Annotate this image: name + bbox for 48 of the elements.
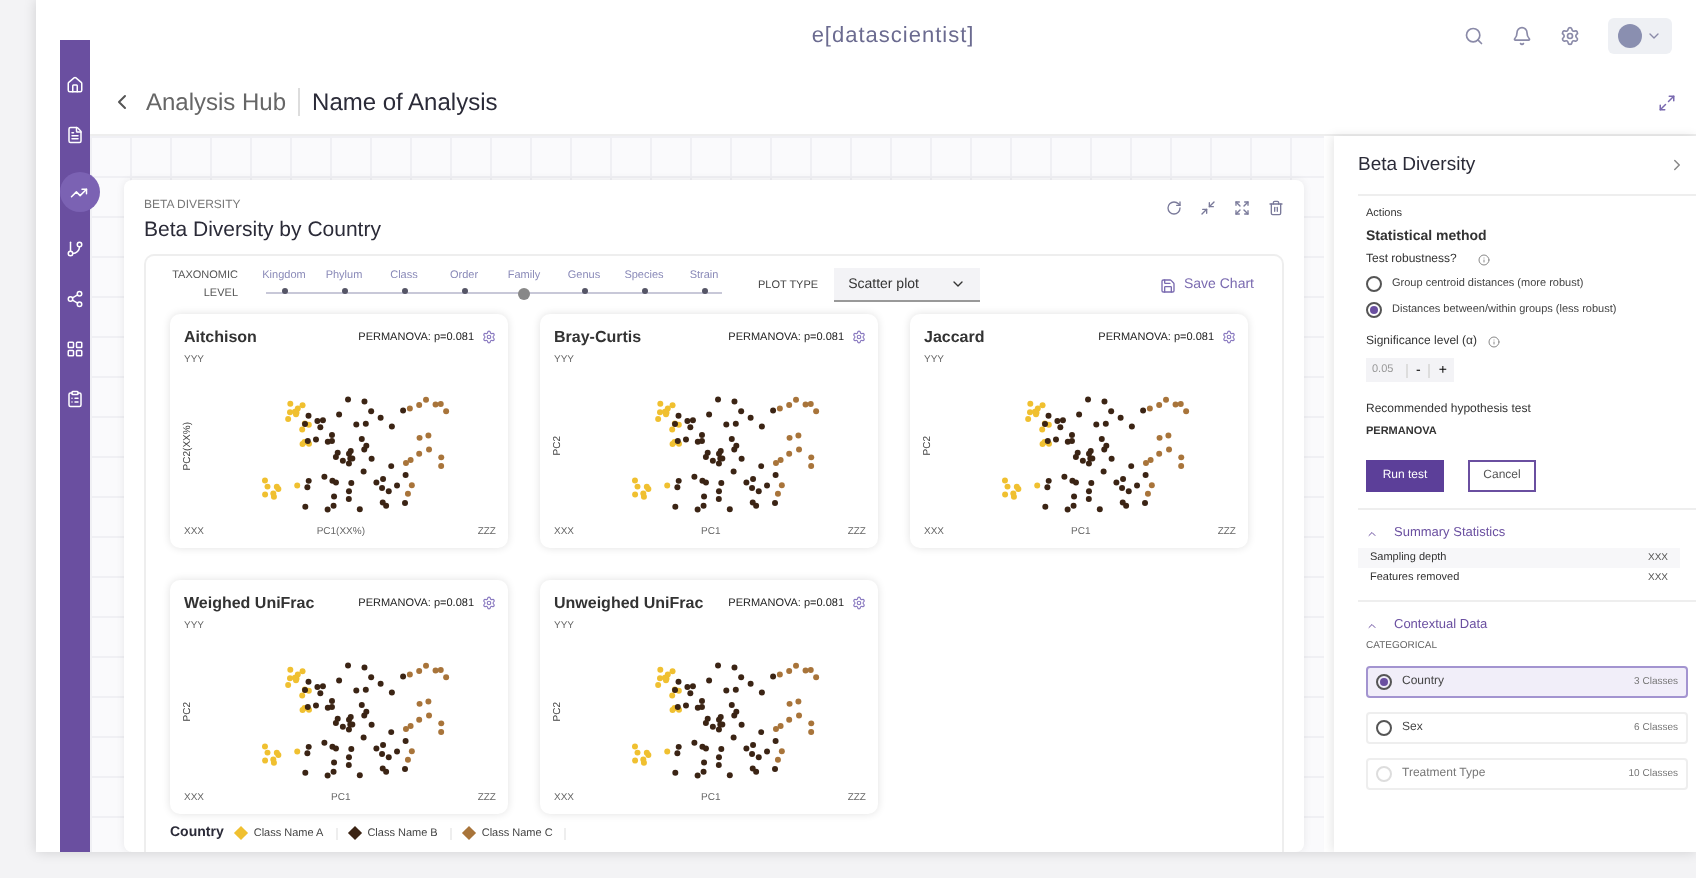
grid-icon (66, 340, 84, 358)
radio-icon[interactable] (1366, 302, 1382, 318)
share-icon (66, 290, 84, 308)
chevron-up-icon (1366, 619, 1378, 631)
sidebar-item[interactable] (62, 236, 88, 262)
plot-title: Unweighed UniFrac (554, 594, 704, 612)
chevron-right-icon[interactable] (1668, 156, 1686, 174)
refresh-icon[interactable] (1166, 200, 1182, 216)
plot-title: Weighed UniFrac (184, 594, 315, 612)
card-title: Beta Diversity by Country (144, 218, 381, 242)
sidebar-item[interactable] (62, 386, 88, 412)
breadcrumb-link[interactable]: Analysis Hub (146, 88, 287, 116)
trend-chart-icon (70, 183, 88, 201)
search-icon[interactable] (1464, 25, 1484, 45)
plot-title: Jaccard (924, 328, 985, 346)
clipboard-icon (66, 390, 84, 408)
sidebar-item[interactable] (62, 72, 88, 98)
plot-title: Aitchison (184, 328, 257, 346)
settings-icon[interactable] (1560, 25, 1580, 45)
branch-icon (66, 240, 84, 258)
trash-icon[interactable] (1268, 200, 1284, 216)
collapse-icon[interactable] (1200, 200, 1216, 216)
info-icon[interactable] (1478, 254, 1491, 266)
info-icon[interactable] (1487, 336, 1499, 348)
brand-logo: e[datascientist] (811, 23, 975, 47)
fullscreen-icon[interactable] (1234, 200, 1250, 216)
sidebar-item[interactable] (62, 122, 88, 148)
settings-icon[interactable] (1222, 330, 1236, 344)
document-icon (66, 126, 84, 144)
sidebar-item[interactable] (59, 172, 99, 212)
expand-icon[interactable] (1658, 93, 1676, 111)
radio-icon[interactable] (1366, 276, 1382, 292)
save-icon (1159, 277, 1176, 293)
settings-icon[interactable] (852, 596, 866, 610)
sidebar-item[interactable] (62, 336, 88, 362)
avatar-menu[interactable] (1608, 17, 1672, 53)
home-icon (66, 76, 84, 94)
plot-title: Bray-Curtis (554, 328, 642, 346)
settings-icon[interactable] (852, 330, 866, 344)
avatar-icon (1618, 23, 1642, 47)
chevron-up-icon (1366, 527, 1378, 539)
panel-title: Beta Diversity (1358, 154, 1476, 176)
bell-icon[interactable] (1512, 25, 1532, 45)
settings-icon[interactable] (482, 596, 496, 610)
settings-icon[interactable] (482, 330, 496, 344)
page-title: Name of Analysis (312, 88, 498, 116)
sidebar-item[interactable] (62, 286, 88, 312)
caret-icon (950, 276, 967, 292)
